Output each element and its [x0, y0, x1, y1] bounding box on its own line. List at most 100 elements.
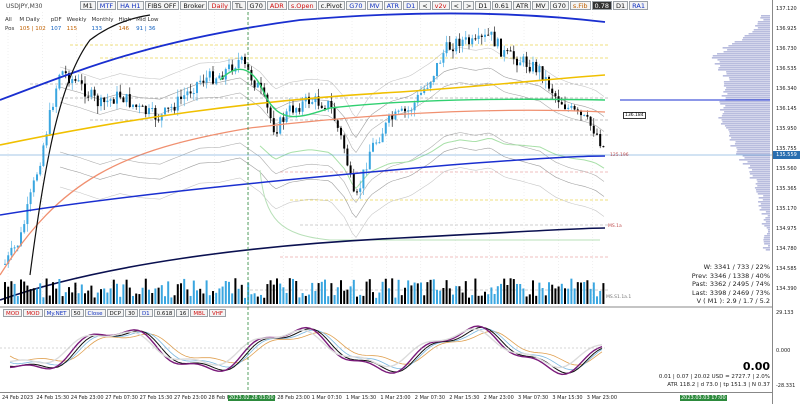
time-tick: 27 Feb 15:30 — [139, 395, 173, 401]
time-tick: 1 Mar 23:00 — [380, 395, 411, 401]
price-chart[interactable] — [0, 0, 772, 392]
volume-profile — [620, 15, 770, 251]
stats-line: Past: 3362 / 2495 / 74% — [692, 280, 770, 288]
mtf-header-row: All M Daily pDF Weekly Monthly High Mid Low — [5, 17, 162, 24]
level-label-1: 125.196 — [610, 153, 629, 158]
toolbar-button-18[interactable]: > — [462, 1, 475, 10]
price-axis[interactable]: 137.120 136.925 136.730 136.535 136.340 136.1… — [772, 0, 800, 404]
toolbar-button-15[interactable]: < — [419, 1, 431, 10]
mtf-cell: 105 | 102 — [19, 26, 46, 32]
price-tick: 136.730 — [776, 46, 797, 52]
toolbar-button-13[interactable]: ATR — [383, 1, 403, 10]
symbol-label: USDJPY,M30 — [6, 3, 43, 10]
mtf-cell: 146 — [118, 26, 130, 32]
toolbar-button-22[interactable]: MV — [532, 1, 549, 10]
toolbar-button-10[interactable]: c.Pivot — [317, 1, 346, 10]
envelope-bands — [59, 47, 605, 241]
stats-line: Prev: 3346 / 1338 / 40% — [691, 271, 770, 280]
price-tick: 136.145 — [776, 106, 797, 112]
indicator-button-0[interactable]: MOD — [3, 309, 23, 317]
toolbar-button-27[interactable]: RA1 — [629, 1, 648, 10]
toolbar-button-26[interactable]: D1 — [612, 1, 629, 10]
toolbar-button-17[interactable]: < — [450, 1, 462, 10]
time-tick: 2 Mar 07:30 — [414, 395, 445, 401]
stats-readout: W: 3341 / 733 / 22% Prev: 3346 / 1338 / 4… — [676, 263, 770, 306]
price-tick: 136.925 — [776, 26, 797, 32]
time-tick: 3 Mar 15:30 — [552, 395, 583, 401]
price-tick: 134.975 — [776, 226, 797, 232]
indicator-button-9[interactable]: 16 — [176, 309, 190, 317]
toolbar-button-16[interactable]: v2v — [431, 1, 450, 10]
indicator-button-4[interactable]: Close — [84, 309, 106, 317]
trading-terminal: USDJPY,M30 M1 MTF HA H1 FIBS OFF Broker Daily… — [0, 0, 800, 404]
indicator-tick: 29.133 — [776, 310, 794, 316]
toolbar-button-0[interactable]: M1 — [80, 1, 96, 10]
mtf-header-cell: M Daily — [19, 17, 40, 23]
indicator-info-line-2: ATR 118.2 | d 73.0 | tp 151.3 | N 0.37 — [667, 382, 770, 388]
toolbar-button-7[interactable]: G70 — [246, 1, 266, 10]
price-tick: 137.120 — [776, 6, 797, 12]
mtf-header-cell: Weekly — [66, 17, 87, 23]
toolbar-button-19[interactable]: D1 — [475, 1, 491, 10]
indicator-big-value: 0.00 — [742, 360, 770, 373]
time-axis[interactable]: 24 Feb 2023 24 Feb 15:30 24 Feb 23:00 27 Fe… — [0, 392, 772, 404]
toolbar-button-24[interactable]: s.Fib — [569, 1, 591, 10]
toolbar-button-21[interactable]: ATR — [513, 1, 532, 10]
toolbar-button-1[interactable]: MTF — [96, 1, 117, 10]
volume-histogram — [4, 278, 605, 304]
time-tick: 2 Mar 15:30 — [449, 395, 480, 401]
time-tick: 28 Feb 23:00 — [277, 395, 310, 401]
indicator-button-6[interactable]: 30 — [124, 309, 138, 317]
time-tick: 1 Mar 07:30 — [311, 395, 342, 401]
toolbar-button-11[interactable]: G70 — [346, 1, 366, 10]
mtf-header-cell: Monthly — [91, 17, 114, 23]
toolbar-button-3[interactable]: FIBS OFF — [144, 1, 180, 10]
level-label-3: MS.S1.1a.1 — [606, 295, 632, 300]
indicator-button-11[interactable]: VHF — [209, 309, 227, 317]
mtf-cell: 115 — [66, 26, 78, 32]
time-tick: 24 Feb 2023 — [2, 395, 34, 401]
stats-line: W: 3341 / 733 / 22% — [703, 263, 770, 271]
level-label-2: MS.1a — [608, 224, 622, 229]
indicator-toolbar: MOD MOD My.NET 50 Close DCP 30 D1 0.618 16 MBL VHF — [3, 309, 227, 317]
mtf-table: All M Daily pDF Weekly Monthly High Mid Low Po… — [3, 15, 164, 35]
time-cursor-label: 2023.02.28 03:00 — [228, 395, 275, 401]
time-tick: 27 Feb 07:30 — [105, 395, 138, 401]
time-tick: 3 Mar 07:30 — [518, 395, 549, 401]
indicator-button-2[interactable]: My.NET — [43, 309, 70, 317]
mtf-cell: 91 | 36 — [136, 26, 156, 32]
toolbar-button-6[interactable]: TL — [231, 1, 246, 10]
indicator-button-5[interactable]: DCP — [106, 309, 124, 317]
toolbar-button-8[interactable]: ADR — [266, 1, 287, 10]
toolbar-button-14[interactable]: D1 — [403, 1, 419, 10]
indicator-button-7[interactable]: D1 — [138, 309, 153, 317]
price-tick: 136.535 — [776, 66, 797, 72]
current-price-tag: 135.559 — [773, 151, 800, 159]
price-tick: 135.950 — [776, 126, 797, 132]
mtf-header-cell: High — [118, 17, 132, 23]
toolbar-button-2[interactable]: HA H1 — [117, 1, 144, 10]
indicator-button-10[interactable]: MBL — [190, 309, 209, 317]
toolbar-button-23[interactable]: G70 — [549, 1, 569, 10]
time-tick: 3 Mar 23:00 — [586, 395, 617, 401]
toolbar-button-20[interactable]: 0.61 — [491, 1, 513, 10]
indicator-button-1[interactable]: MOD — [23, 309, 43, 317]
indicator-button-3[interactable]: 50 — [70, 309, 84, 317]
toolbar-button-4[interactable]: Broker — [180, 1, 208, 10]
toolbar-button-25[interactable]: 0.78 — [591, 1, 612, 10]
toolbar-button-5[interactable]: Daily — [208, 1, 231, 10]
indicator-tick: 0.000 — [776, 348, 791, 354]
stats-line: V ( M1 ): 2.9 / 1.7 / 5.2 — [696, 297, 770, 305]
price-tick: 134.780 — [776, 246, 797, 252]
time-tick: 1 Mar 15:30 — [346, 395, 377, 401]
price-tick: 134.585 — [776, 266, 797, 272]
toolbar-button-12[interactable]: MV — [366, 1, 383, 10]
price-tick: 135.170 — [776, 206, 797, 212]
price-tick: 134.390 — [776, 286, 797, 292]
stats-line: Last: 3398 / 2469 / 73% — [692, 288, 770, 297]
top-toolbar: M1 MTF HA H1 FIBS OFF Broker Daily TL G70 ADR s.O… — [80, 0, 649, 11]
indicator-button-8[interactable]: 0.618 — [153, 309, 176, 317]
toolbar-button-9[interactable]: s.Open — [287, 1, 317, 10]
indicator-tick: -28.331 — [776, 383, 796, 389]
mtf-cell: Pos — [5, 26, 15, 32]
